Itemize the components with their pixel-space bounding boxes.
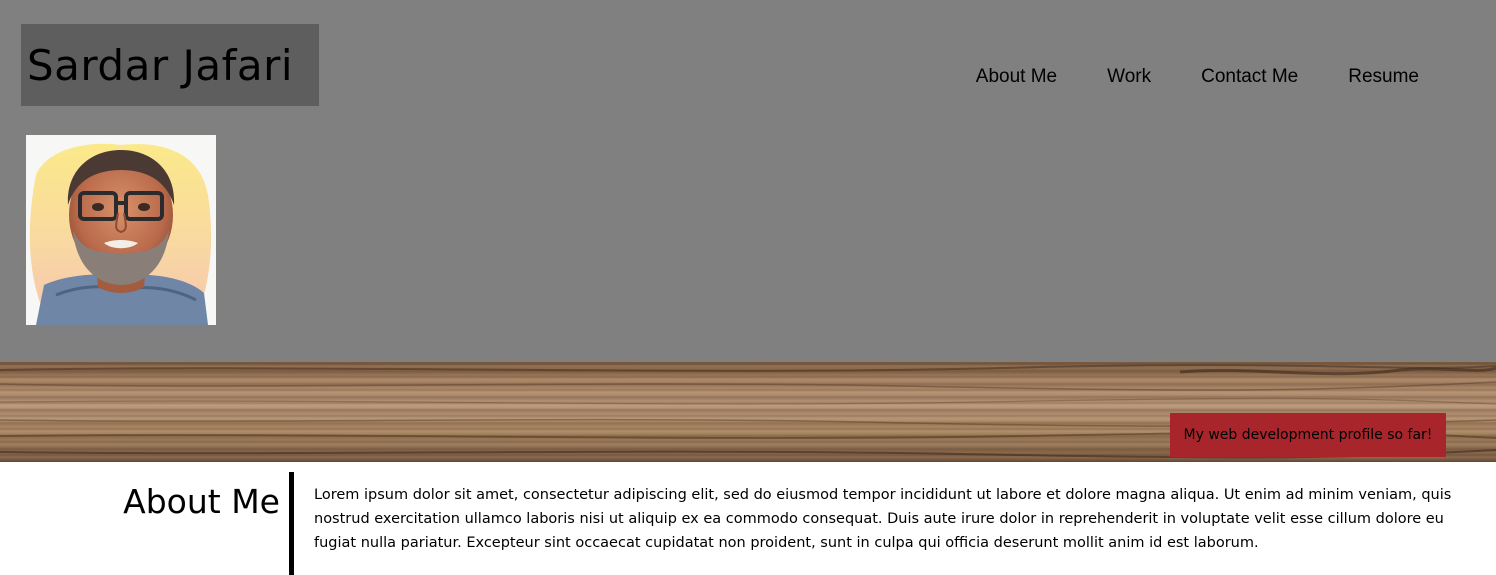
main-nav: About Me Work Contact Me Resume bbox=[976, 66, 1419, 88]
portrait-illustration bbox=[26, 135, 216, 325]
site-title: Sardar Jafari bbox=[27, 40, 294, 90]
tagline-badge: My web development profile so far! bbox=[1170, 413, 1446, 457]
nav-about-me[interactable]: About Me bbox=[976, 66, 1057, 88]
site-header: Sardar Jafari About Me Work Contact Me R… bbox=[0, 0, 1496, 362]
nav-contact-me[interactable]: Contact Me bbox=[1201, 66, 1298, 88]
about-heading: About Me bbox=[123, 482, 280, 521]
nav-work[interactable]: Work bbox=[1107, 66, 1151, 88]
about-divider bbox=[289, 472, 294, 575]
nav-resume[interactable]: Resume bbox=[1348, 66, 1419, 88]
site-title-box: Sardar Jafari bbox=[21, 24, 319, 106]
about-text: Lorem ipsum dolor sit amet, consectetur … bbox=[314, 487, 1452, 551]
profile-photo bbox=[26, 135, 216, 325]
